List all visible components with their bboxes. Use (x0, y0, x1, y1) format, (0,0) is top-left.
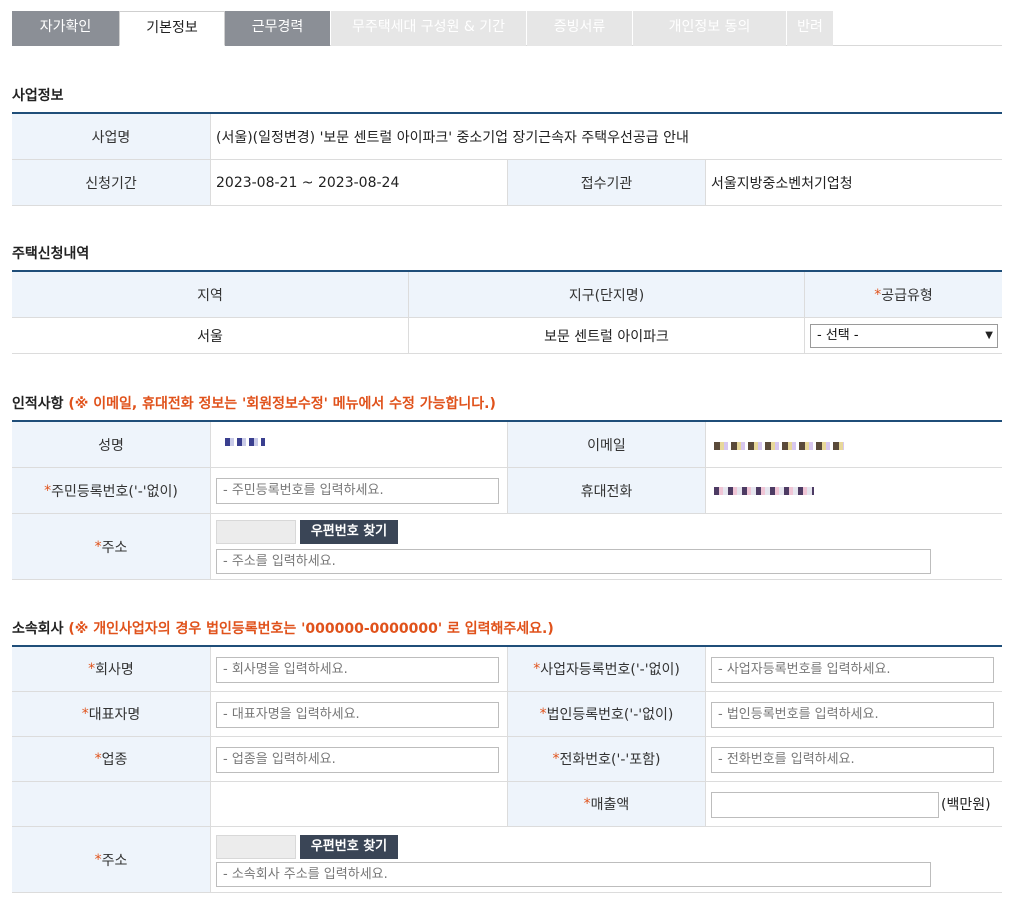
name-label: 성명 (12, 422, 210, 467)
corp-reg-label: * 법인등록번호('-'없이) (507, 692, 705, 736)
table-row: 성명 이메일 (12, 422, 1002, 468)
address-label: * 주소 (12, 514, 210, 579)
empty-label (12, 782, 210, 826)
name-value (210, 422, 507, 467)
personal-section-title: 인적사항 (※ 이메일, 휴대전화 정보는 '회원정보수정' 메뉴에서 수정 가… (12, 396, 496, 412)
table-row: 신청기간 2023-08-21 ~ 2023-08-24 접수기관 서울지방중소… (12, 160, 1002, 206)
company-address-label: * 주소 (12, 827, 210, 892)
company-table: * 회사명 - 회사명을 입력하세요. * 사업자등록번호('-'없이) - 사업자… (12, 645, 1002, 893)
housing-section-title: 주택신청내역 (12, 246, 90, 262)
business-section-title: 사업정보 (12, 88, 64, 104)
business-table: 사업명 (서울)(일정변경) '보문 센트럴 아이파크' 중소기업 장기근속자 … (12, 112, 1002, 206)
company-name-input[interactable]: - 회사명을 입력하세요. (216, 657, 499, 683)
table-row: * 회사명 - 회사명을 입력하세요. * 사업자등록번호('-'없이) - 사업자… (12, 647, 1002, 692)
tel-cell: - 전화번호를 입력하세요. (705, 737, 1002, 781)
tab-rejected: 반려 (787, 11, 833, 46)
address-cell: 우편번호 찾기 - 주소를 입력하세요. (210, 514, 1002, 579)
supply-type-select[interactable]: - 선택 - ▼ (810, 324, 998, 348)
rrn-cell: - 주민등록번호를 입력하세요. (210, 468, 507, 513)
table-row: * 주민등록번호('-'없이) - 주민등록번호를 입력하세요. 휴대전화 (12, 468, 1002, 514)
step-tabs: 자가확인 기본정보 근무경력 무주택세대 구성원 & 기간 증빙서류 개인정보 … (12, 11, 1002, 46)
business-name-value: (서울)(일정변경) '보문 센트럴 아이파크' 중소기업 장기근속자 주택우선… (210, 114, 1002, 159)
tab-privacy-consent: 개인정보 동의 (633, 11, 786, 46)
sales-cell: (백만원) (705, 782, 1002, 826)
ceo-input[interactable]: - 대표자명을 입력하세요. (216, 702, 499, 728)
table-row: * 대표자명 - 대표자명을 입력하세요. * 법인등록번호('-'없이) - 법인… (12, 692, 1002, 737)
industry-label: * 업종 (12, 737, 210, 781)
table-row: 서울 보문 센트럴 아이파크 - 선택 - ▼ (12, 318, 1002, 354)
col-district: 지구(단지명) (408, 272, 804, 317)
table-row: * 매출액 (백만원) (12, 782, 1002, 827)
industry-cell: - 업종을 입력하세요. (210, 737, 507, 781)
table-row: * 주소 우편번호 찾기 - 소속회사 주소를 입력하세요. (12, 827, 1002, 893)
supply-type-cell: - 선택 - ▼ (804, 318, 1002, 353)
zipcode-search-button[interactable]: 우편번호 찾기 (300, 520, 398, 544)
redacted-phone (714, 487, 814, 495)
phone-label: 휴대전화 (507, 468, 705, 513)
tab-basic-info[interactable]: 기본정보 (119, 11, 225, 46)
tel-input[interactable]: - 전화번호를 입력하세요. (711, 747, 994, 773)
ceo-label: * 대표자명 (12, 692, 210, 736)
company-address-input[interactable]: - 소속회사 주소를 입력하세요. (216, 862, 931, 887)
redacted-name (225, 438, 265, 446)
rrn-input[interactable]: - 주민등록번호를 입력하세요. (216, 478, 499, 504)
biz-reg-input[interactable]: - 사업자등록번호를 입력하세요. (711, 657, 994, 683)
empty-cell (210, 782, 507, 826)
tab-self-check[interactable]: 자가확인 (12, 11, 119, 46)
table-row: 사업명 (서울)(일정변경) '보문 센트럴 아이파크' 중소기업 장기근속자 … (12, 114, 1002, 160)
sales-unit: (백만원) (941, 797, 991, 813)
district-value: 보문 센트럴 아이파크 (408, 318, 804, 353)
company-zipcode-field[interactable] (216, 835, 296, 859)
tab-household: 무주택세대 구성원 & 기간 (331, 11, 526, 46)
business-name-label: 사업명 (12, 114, 210, 159)
rrn-label: * 주민등록번호('-'없이) (12, 468, 210, 513)
table-row: 지역 지구(단지명) * 공급유형 (12, 272, 1002, 318)
region-value: 서울 (12, 318, 408, 353)
period-value: 2023-08-21 ~ 2023-08-24 (210, 160, 507, 205)
sales-input[interactable] (711, 792, 939, 818)
ceo-cell: - 대표자명을 입력하세요. (210, 692, 507, 736)
col-supply-type: * 공급유형 (804, 272, 1002, 317)
biz-reg-cell: - 사업자등록번호를 입력하세요. (705, 647, 1002, 691)
sales-label: * 매출액 (507, 782, 705, 826)
tel-label: * 전화번호('-'포함) (507, 737, 705, 781)
corp-reg-input[interactable]: - 법인등록번호를 입력하세요. (711, 702, 994, 728)
email-value (705, 422, 1002, 467)
zipcode-field[interactable] (216, 520, 296, 544)
company-zipcode-search-button[interactable]: 우편번호 찾기 (300, 835, 398, 859)
table-row: * 업종 - 업종을 입력하세요. * 전화번호('-'포함) - 전화번호를 입력… (12, 737, 1002, 782)
company-section-title: 소속회사 (※ 개인사업자의 경우 법인등록번호는 '000000-000000… (12, 621, 554, 637)
industry-input[interactable]: - 업종을 입력하세요. (216, 747, 499, 773)
redacted-email (714, 442, 844, 450)
agency-label: 접수기관 (507, 160, 705, 205)
chevron-down-icon: ▼ (985, 330, 993, 341)
personal-note: (※ 이메일, 휴대전화 정보는 '회원정보수정' 메뉴에서 수정 가능합니다.… (68, 396, 496, 412)
company-name-label: * 회사명 (12, 647, 210, 691)
tab-documents: 증빙서류 (527, 11, 632, 46)
corp-reg-cell: - 법인등록번호를 입력하세요. (705, 692, 1002, 736)
period-label: 신청기간 (12, 160, 210, 205)
company-address-cell: 우편번호 찾기 - 소속회사 주소를 입력하세요. (210, 827, 1002, 892)
biz-reg-label: * 사업자등록번호('-'없이) (507, 647, 705, 691)
agency-value: 서울지방중소벤처기업청 (705, 160, 1002, 205)
personal-table: 성명 이메일 * 주민등록번호('-'없이) - 주민등록번호를 입력하세요. 휴… (12, 420, 1002, 580)
company-name-cell: - 회사명을 입력하세요. (210, 647, 507, 691)
phone-value (705, 468, 1002, 513)
tab-work-history[interactable]: 근무경력 (225, 11, 330, 46)
table-row: * 주소 우편번호 찾기 - 주소를 입력하세요. (12, 514, 1002, 580)
address-input[interactable]: - 주소를 입력하세요. (216, 549, 931, 574)
col-region: 지역 (12, 272, 408, 317)
housing-table: 지역 지구(단지명) * 공급유형 서울 보문 센트럴 아이파크 - 선택 - ▼ (12, 270, 1002, 354)
company-note: (※ 개인사업자의 경우 법인등록번호는 '000000-0000000' 로 … (68, 621, 554, 637)
email-label: 이메일 (507, 422, 705, 467)
